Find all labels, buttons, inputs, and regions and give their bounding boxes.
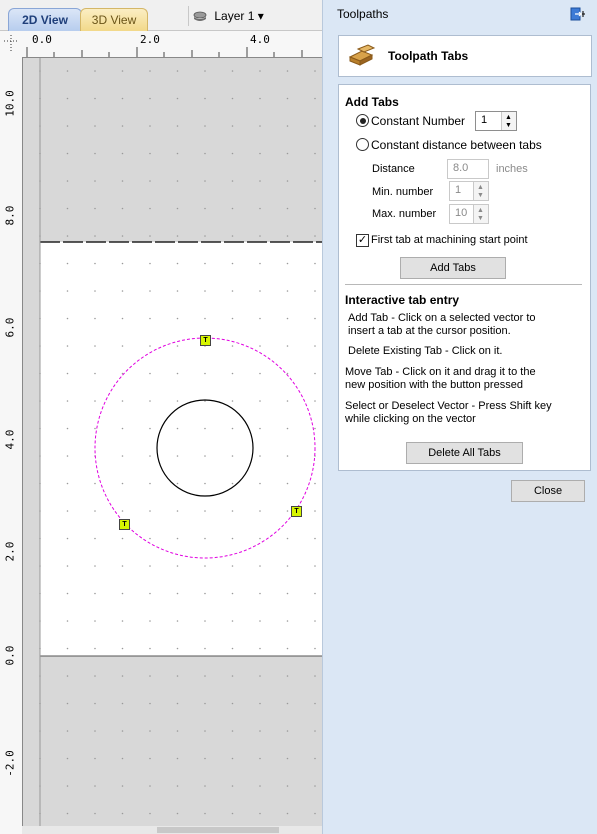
horizontal-ruler-ticks: [26, 47, 303, 57]
ruler-tick-label: 8.0: [3, 205, 17, 226]
help-select-line1: Select or Deselect Vector - Press Shift …: [345, 400, 552, 412]
drawing-canvas[interactable]: T T T: [23, 58, 322, 828]
pin-icon[interactable]: [570, 6, 586, 22]
constant-number-label: Constant Number: [371, 114, 466, 128]
stepper-arrows-icon[interactable]: ▲ ▼: [501, 112, 516, 130]
constant-number-value: 1: [481, 114, 488, 126]
distance-label: Distance: [372, 163, 415, 175]
stepper-arrows-icon[interactable]: ▲ ▼: [473, 182, 488, 200]
vertical-ruler: 10.0 8.0 6.0 4.0 2.0 0.0 -2.0: [0, 57, 23, 834]
min-number-label: Min. number: [372, 186, 434, 198]
ruler-tick-label: 4.0: [3, 429, 17, 450]
distance-value: 8.0: [453, 162, 469, 174]
layers-icon: [193, 11, 207, 21]
chevron-down-icon: ▾: [257, 9, 264, 23]
help-add-tab-line1: Add Tab - Click on a selected vector to: [348, 312, 536, 324]
toolpaths-panel: Toolpaths Toolpath Tabs Add Tabs Constan…: [322, 0, 597, 834]
ruler-tick-label: 6.0: [3, 317, 17, 338]
max-number-stepper[interactable]: 10 ▲ ▼: [449, 204, 489, 224]
view-area: 2D View 3D View Layer 1 ▾ 0.0 2.0 4.0 10…: [0, 0, 322, 834]
interactive-heading: Interactive tab entry: [345, 293, 460, 307]
delete-all-tabs-button[interactable]: Delete All Tabs: [406, 442, 523, 464]
layer-dropdown[interactable]: Layer 1 ▾: [188, 6, 264, 26]
panel-title: Toolpaths: [337, 7, 389, 21]
horizontal-ruler: 0.0 2.0 4.0: [22, 31, 322, 58]
ruler-tick-label: 10.0: [3, 90, 17, 117]
first-tab-label: First tab at machining start point: [371, 234, 528, 246]
tabs-settings-box: Add Tabs Constant Number 1 ▲ ▼ Constant d…: [338, 84, 591, 471]
constant-distance-radio[interactable]: [356, 138, 369, 151]
help-delete-tab: Delete Existing Tab - Click on it.: [348, 345, 503, 357]
constant-number-stepper[interactable]: 1 ▲ ▼: [475, 111, 517, 131]
ruler-tick-label: -2.0: [3, 750, 17, 777]
ruler-corner: [0, 31, 22, 57]
header-title: Toolpath Tabs: [388, 49, 469, 63]
add-tabs-button[interactable]: Add Tabs: [400, 257, 506, 279]
close-button[interactable]: Close: [511, 480, 585, 502]
help-move-tab-line2: new position with the button pressed: [345, 379, 523, 391]
drawing-canvas-graphics: [23, 58, 322, 828]
min-number-value: 1: [455, 184, 462, 196]
help-select-line2: while clicking on the vector: [345, 413, 476, 425]
tab-2d-view[interactable]: 2D View: [8, 8, 82, 31]
add-tabs-heading: Add Tabs: [345, 95, 399, 109]
toolpath-tabs-header: Toolpath Tabs: [338, 35, 592, 77]
stepper-arrows-icon[interactable]: ▲ ▼: [473, 205, 488, 223]
tab-marker[interactable]: T: [200, 335, 211, 346]
ruler-tick-label: 0.0: [3, 645, 17, 666]
help-move-tab-line1: Move Tab - Click on it and drag it to th…: [345, 366, 536, 378]
max-number-label: Max. number: [372, 208, 437, 220]
horizontal-scrollbar[interactable]: [22, 826, 322, 834]
layer-label: Layer 1: [214, 9, 255, 23]
scrollbar-thumb[interactable]: [157, 827, 279, 833]
help-add-tab-line2: insert a tab at the cursor position.: [348, 325, 511, 337]
distance-input[interactable]: 8.0: [447, 159, 489, 179]
tab-3d-view[interactable]: 3D View: [80, 8, 148, 31]
distance-unit: inches: [496, 163, 528, 175]
ruler-tick-label: 2.0: [3, 541, 17, 562]
section-divider: [345, 284, 582, 285]
constant-distance-label: Constant distance between tabs: [371, 138, 542, 152]
tab-marker[interactable]: T: [291, 506, 302, 517]
max-number-value: 10: [455, 207, 468, 219]
ruler-corner-dots-icon: [4, 35, 18, 53]
toolpath-tabs-icon: [348, 44, 376, 66]
first-tab-checkbox[interactable]: ✓: [356, 234, 369, 247]
view-tab-bar: 2D View 3D View Layer 1 ▾: [0, 0, 322, 31]
tab-marker[interactable]: T: [119, 519, 130, 530]
min-number-stepper[interactable]: 1 ▲ ▼: [449, 181, 489, 201]
constant-number-radio[interactable]: [356, 114, 369, 127]
